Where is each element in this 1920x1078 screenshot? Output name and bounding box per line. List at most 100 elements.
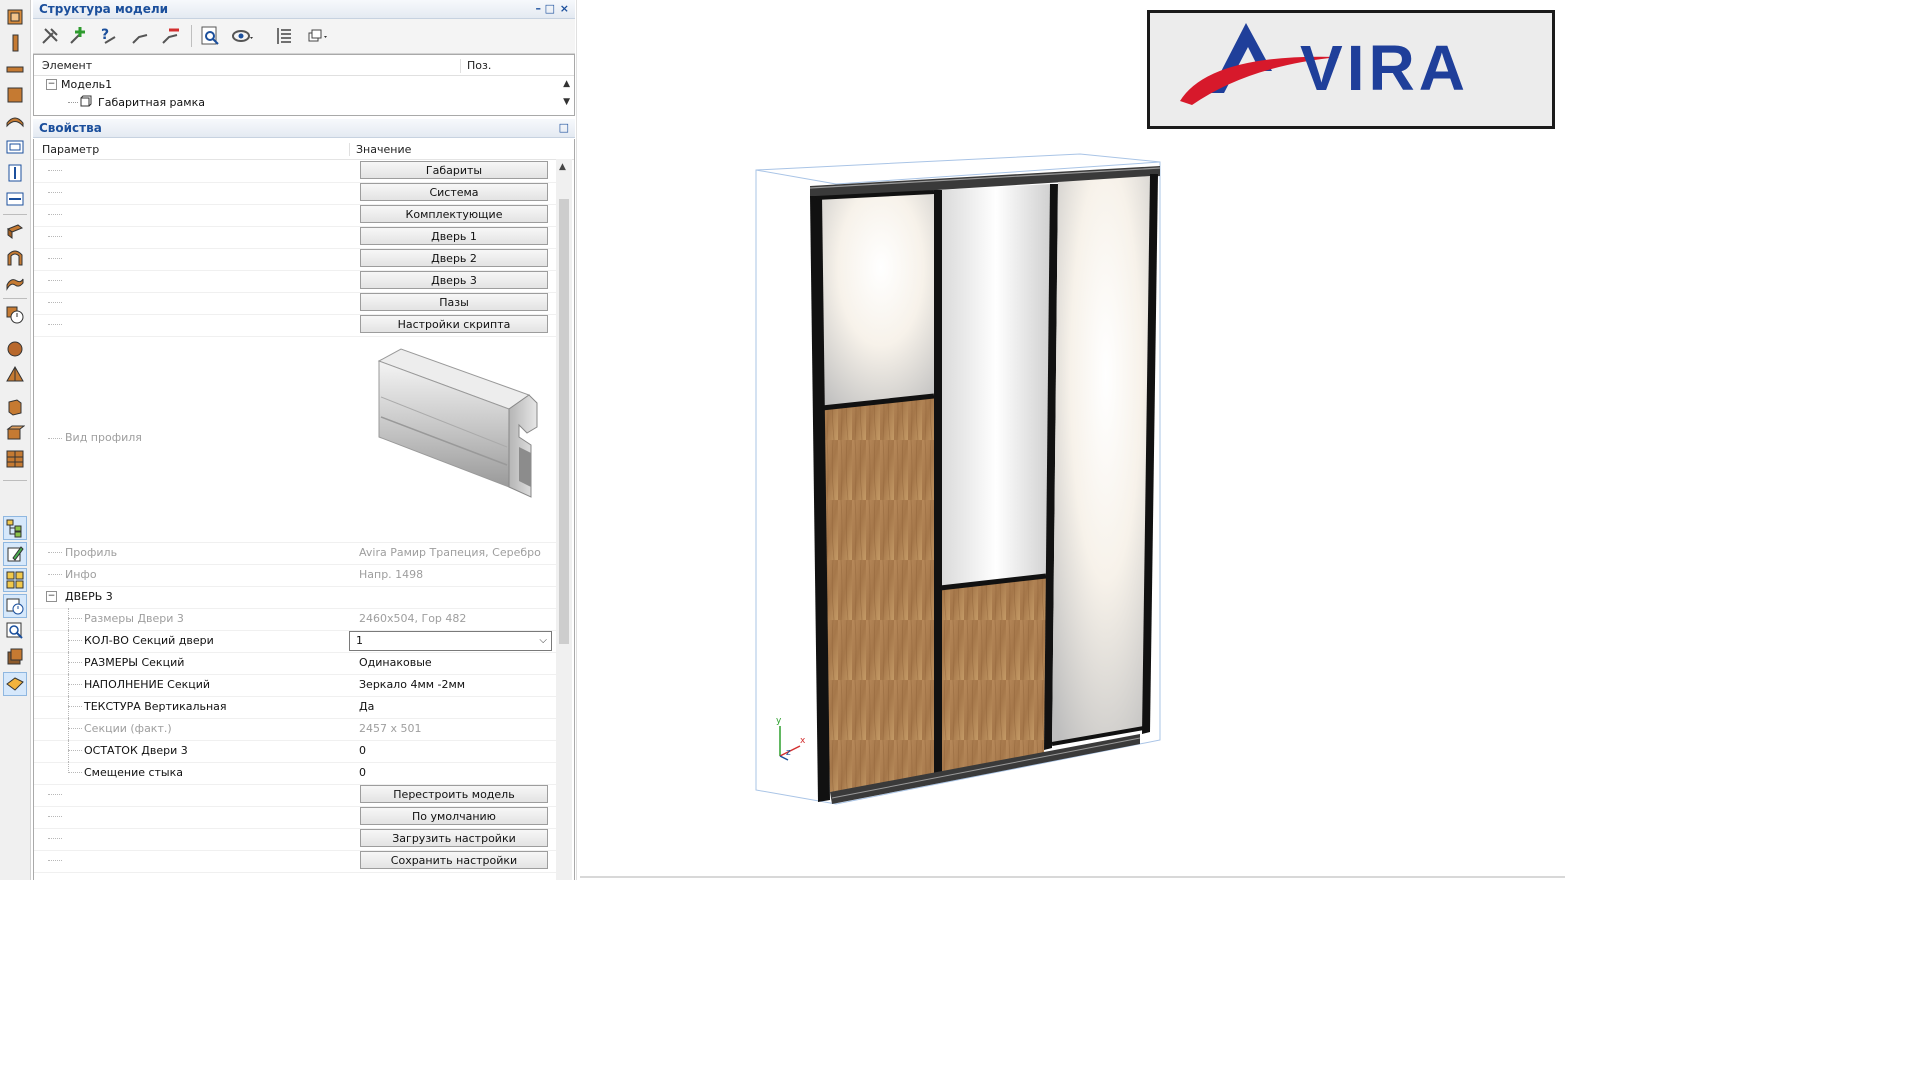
block-icon[interactable] <box>4 396 26 418</box>
section-count-select[interactable]: 1 ⌵ <box>349 631 552 651</box>
script-settings-button[interactable]: Настройки скрипта <box>360 315 548 333</box>
wardrobe-3d-model[interactable]: y x z <box>740 140 1180 820</box>
zoom-icon[interactable] <box>4 620 26 642</box>
default-button[interactable]: По умолчанию <box>360 807 548 825</box>
model-structure-title: Структура модели – □ × <box>33 0 575 19</box>
prop-row-info: Инфо Напр. 1498 <box>34 564 556 587</box>
scroll-up-icon[interactable]: ▲ <box>559 162 566 172</box>
library-icon[interactable] <box>3 568 27 592</box>
cabinet-tool-icon[interactable] <box>4 6 26 28</box>
prop-row-button: Пазы <box>34 292 556 315</box>
materials-icon[interactable] <box>4 646 26 668</box>
pyramid-icon[interactable] <box>4 364 26 386</box>
horizontal-panel-icon[interactable] <box>4 58 26 80</box>
close-button[interactable]: × <box>560 0 569 18</box>
info-value: Напр. 1498 <box>359 568 424 581</box>
section-filling-value[interactable]: Зеркало 4мм -2мм <box>359 678 465 691</box>
vertical-size-icon[interactable] <box>4 162 26 184</box>
minimize-button[interactable]: – <box>536 0 542 18</box>
tree-item-frame[interactable]: Габаритная рамка <box>68 93 205 111</box>
components-button[interactable]: Комплектующие <box>360 205 548 223</box>
list-view-icon[interactable] <box>271 24 297 48</box>
horizontal-size-icon[interactable] <box>4 188 26 210</box>
clock-panel-icon[interactable] <box>4 304 26 326</box>
door-remainder-value[interactable]: 0 <box>359 744 366 757</box>
properties-maximize-button[interactable]: □ <box>559 119 569 137</box>
right-blank-area <box>1565 0 1920 880</box>
prop-row-section-filling[interactable]: НАПОЛНЕНИЕ Секций Зеркало 4мм -2мм <box>34 674 556 697</box>
prop-row-door-remainder[interactable]: ОСТАТОК Двери 3 0 <box>34 740 556 763</box>
profile-view-label: Вид профиля <box>65 431 142 444</box>
door-2-button[interactable]: Дверь 2 <box>360 249 548 267</box>
door-3-button[interactable]: Дверь 3 <box>360 271 548 289</box>
prop-row-door-size: Размеры Двери 3 2460x504, Гор 482 <box>34 608 556 631</box>
properties-scrollbar[interactable]: ▲ <box>556 159 572 880</box>
prop-row-button: Система <box>34 182 556 205</box>
section-count-label: КОЛ-ВО Секций двери <box>84 634 214 647</box>
box-panel-icon[interactable] <box>4 220 26 242</box>
column-value: Значение <box>349 143 411 156</box>
frame-icon[interactable] <box>4 136 26 158</box>
help-icon[interactable]: ? <box>95 24 121 48</box>
door-1-button[interactable]: Дверь 1 <box>360 227 548 245</box>
profile-bend-icon[interactable] <box>4 272 26 294</box>
tools-icon[interactable] <box>37 24 63 48</box>
texture-vertical-label: ТЕКСТУРА Вертикальная <box>84 700 227 713</box>
system-button[interactable]: Система <box>360 183 548 201</box>
prop-row-sections-actual: Секции (факт.) 2457 x 501 <box>34 718 556 741</box>
tree-item-model[interactable]: − Модель1 <box>46 75 112 93</box>
drawer-icon[interactable] <box>4 422 26 444</box>
properties-grid: Параметр Значение Габариты Система Компл… <box>33 139 575 880</box>
joint-offset-label: Смещение стыка <box>84 766 184 779</box>
prop-row-section-count: КОЛ-ВО Секций двери 1 ⌵ <box>34 630 556 653</box>
load-settings-button[interactable]: Загрузить настройки <box>360 829 548 847</box>
prop-row-joint-offset[interactable]: Смещение стыка 0 <box>34 762 556 785</box>
history-icon[interactable] <box>3 594 27 618</box>
section-count-value: 1 <box>356 634 363 647</box>
texture-vertical-value[interactable]: Да <box>359 700 374 713</box>
app-window: Структура модели – □ × ? Элемент Поз. − … <box>0 0 1565 880</box>
section-sizes-value[interactable]: Одинаковые <box>359 656 432 669</box>
chevron-down-icon[interactable]: ⌵ <box>539 632 547 650</box>
save-settings-button[interactable]: Сохранить настройки <box>360 851 548 869</box>
edit-properties-icon[interactable] <box>3 542 27 566</box>
tree-item-label: Габаритная рамка <box>98 95 205 109</box>
dimensions-button[interactable]: Габариты <box>360 161 548 179</box>
model-tree-header: Элемент Поз. <box>34 55 574 76</box>
shelves-icon[interactable] <box>4 448 26 470</box>
prop-row-texture-vertical[interactable]: ТЕКСТУРА Вертикальная Да <box>34 696 556 719</box>
sphere-icon[interactable] <box>4 338 26 360</box>
prop-group-door-3[interactable]: − ДВЕРЬ 3 <box>34 586 556 609</box>
tree-item-label: Модель1 <box>61 77 113 91</box>
scroll-thumb[interactable] <box>559 199 569 644</box>
properties-header: Параметр Значение <box>34 139 574 160</box>
vertical-panel-icon[interactable] <box>4 32 26 54</box>
texture-icon[interactable] <box>3 672 27 696</box>
tree-scroll-up-icon[interactable]: ▲ <box>563 79 570 89</box>
disconnect-icon[interactable] <box>157 24 183 48</box>
properties-title: Свойства □ <box>33 119 575 138</box>
axis-x-label: x <box>800 736 806 746</box>
collapse-icon[interactable]: − <box>46 78 57 90</box>
sections-actual-label: Секции (факт.) <box>84 722 172 735</box>
group-collapse-icon[interactable]: − <box>46 591 57 602</box>
grooves-button[interactable]: Пазы <box>360 293 548 311</box>
maximize-button[interactable]: □ <box>545 0 555 18</box>
find-element-icon[interactable] <box>197 24 223 48</box>
joint-offset-value[interactable]: 0 <box>359 766 366 779</box>
curved-panel-icon[interactable] <box>4 110 26 132</box>
group-icon[interactable] <box>303 24 329 48</box>
add-element-icon[interactable] <box>65 24 91 48</box>
column-element: Элемент <box>42 59 93 72</box>
info-label: Инфо <box>65 568 97 581</box>
front-panel-icon[interactable] <box>4 84 26 106</box>
visibility-icon[interactable] <box>229 24 255 48</box>
tree-scroll-down-icon[interactable]: ▼ <box>563 97 570 107</box>
prop-row-section-sizes[interactable]: РАЗМЕРЫ Секций Одинаковые <box>34 652 556 675</box>
model-tree: Элемент Поз. − Модель1 Габаритная рамка … <box>33 54 575 116</box>
model-structure-panel: Структура модели – □ × <box>33 0 575 19</box>
model-tree-icon[interactable] <box>3 516 27 540</box>
connect-icon[interactable] <box>127 24 153 48</box>
rebuild-model-button[interactable]: Перестроить модель <box>360 785 548 803</box>
arch-icon[interactable] <box>4 246 26 268</box>
